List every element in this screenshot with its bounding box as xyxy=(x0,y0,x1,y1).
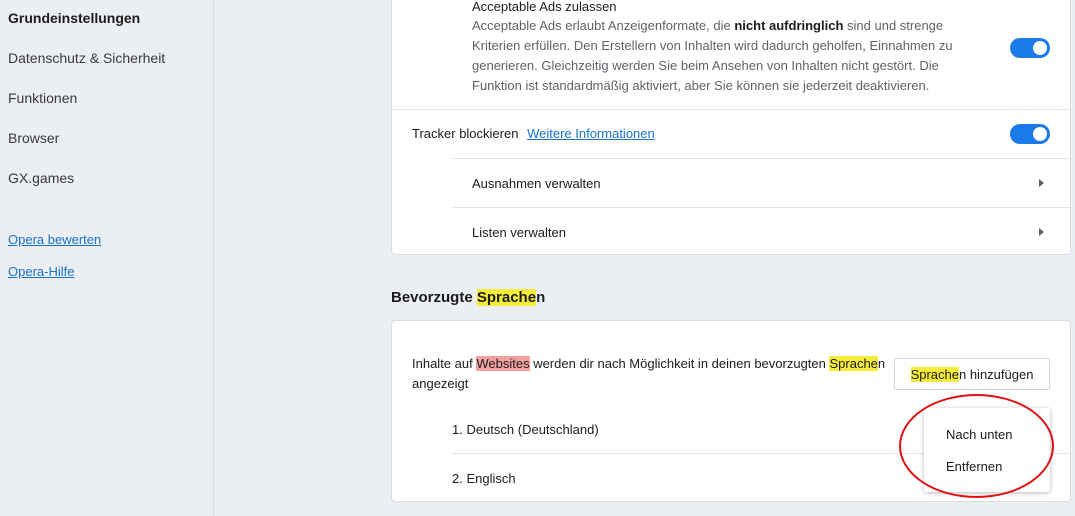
opera-help-link[interactable]: Opera-Hilfe xyxy=(8,264,74,279)
title-text: Bevorzugte xyxy=(391,289,477,306)
divider xyxy=(452,158,1070,159)
sidebar: Grundeinstellungen Datenschutz & Sicherh… xyxy=(0,0,214,516)
button-label: n hinzufügen xyxy=(958,366,1034,382)
sidebar-item-gx-games[interactable]: GX.games xyxy=(8,170,74,186)
desc-text-1: Acceptable Ads erlaubt Anzeigenformate, … xyxy=(472,18,735,33)
language-context-menu: Nach unten Entfernen xyxy=(924,408,1050,492)
divider xyxy=(452,207,1070,208)
divider xyxy=(392,109,1070,110)
desc-part: werden dir nach Möglichkeit in deinen be… xyxy=(529,356,830,371)
manage-lists-label: Listen verwalten xyxy=(472,225,566,240)
tracker-toggle[interactable] xyxy=(1010,124,1050,144)
language-item-german: 1. Deutsch (Deutschland) xyxy=(452,422,599,437)
desc-highlight: Sprache xyxy=(829,356,878,371)
title-highlight: Sprache xyxy=(476,289,537,306)
sidebar-item-grundeinstellungen[interactable]: Grundeinstellungen xyxy=(8,10,140,26)
preferred-languages-title: Bevorzugte Sprachen xyxy=(391,289,545,306)
tracker-row: Tracker blockieren Weitere Informationen xyxy=(412,126,655,141)
menu-item-remove[interactable]: Entfernen xyxy=(946,459,1002,474)
languages-description: Inhalte auf Websites werden dir nach Mög… xyxy=(412,354,885,394)
sidebar-item-funktionen[interactable]: Funktionen xyxy=(8,90,77,106)
manage-exceptions-label: Ausnahmen verwalten xyxy=(472,176,601,191)
desc-part: Inhalte au xyxy=(412,356,470,371)
desc-line2: angezeigt xyxy=(412,376,469,391)
adblock-card: Acceptable Ads zulassen Acceptable Ads e… xyxy=(391,0,1071,255)
add-languages-button[interactable]: Sprache n hinzufügen xyxy=(894,358,1050,390)
desc-part: n xyxy=(877,356,886,371)
title-text-end: n xyxy=(536,289,546,306)
chevron-right-icon xyxy=(1039,179,1044,187)
tracker-more-info-link[interactable]: Weitere Informationen xyxy=(527,126,655,141)
acceptable-ads-description: Acceptable Ads erlaubt Anzeigenformate, … xyxy=(472,16,982,96)
sidebar-item-browser[interactable]: Browser xyxy=(8,130,59,146)
button-highlight: Sprache xyxy=(910,366,959,382)
desc-highlight-red: Websites xyxy=(476,356,530,371)
toggle-knob xyxy=(1033,127,1047,141)
toggle-knob xyxy=(1033,41,1047,55)
acceptable-ads-toggle[interactable] xyxy=(1010,38,1050,58)
acceptable-ads-title: Acceptable Ads zulassen xyxy=(472,0,617,14)
desc-bold: nicht aufdringlich xyxy=(734,18,844,33)
tracker-label: Tracker blockieren xyxy=(412,126,519,141)
language-item-english: 2. Englisch xyxy=(452,471,516,486)
sidebar-item-datenschutz[interactable]: Datenschutz & Sicherheit xyxy=(8,50,165,66)
chevron-right-icon xyxy=(1039,228,1044,236)
rate-opera-link[interactable]: Opera bewerten xyxy=(8,232,101,247)
menu-item-move-down[interactable]: Nach unten xyxy=(946,427,1013,442)
